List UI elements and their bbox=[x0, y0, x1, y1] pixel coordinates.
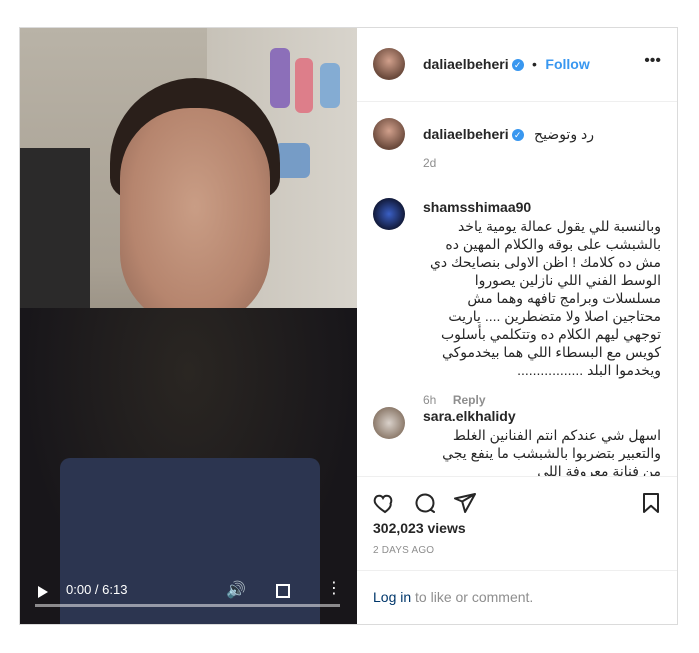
share-icon[interactable] bbox=[453, 491, 477, 520]
commenter-avatar[interactable] bbox=[373, 198, 405, 230]
author-avatar[interactable] bbox=[373, 48, 405, 80]
post-actions: 302,023 views 2 DAYS AGO Log in to like … bbox=[357, 476, 677, 625]
login-link[interactable]: Log in bbox=[373, 589, 411, 605]
post-header: daliaelbeheri ✓ • Follow ••• bbox=[357, 28, 677, 102]
video-player[interactable]: 0:00 / 6:13 🔊 ⋮ bbox=[20, 28, 357, 624]
follow-button[interactable]: Follow bbox=[545, 56, 589, 72]
more-options-button[interactable]: ••• bbox=[644, 52, 661, 70]
more-options-icon[interactable]: ⋮ bbox=[326, 578, 342, 598]
comment-time: 6h bbox=[423, 393, 437, 407]
author-line: daliaelbeheri ✓ • Follow bbox=[423, 56, 590, 74]
view-count: 302,023 views bbox=[373, 520, 466, 536]
comments-list: daliaelbeheri ✓ رد وتوضيح 2d shamsshimaa9… bbox=[357, 102, 677, 476]
login-rest-text: to like or comment. bbox=[411, 589, 534, 605]
video-background-glass bbox=[295, 58, 313, 113]
video-progress-bar[interactable] bbox=[35, 604, 340, 607]
fullscreen-icon[interactable] bbox=[276, 584, 290, 598]
post-sidebar: daliaelbeheri ✓ • Follow ••• daliaelbeher… bbox=[357, 28, 677, 624]
video-background-glass bbox=[270, 48, 290, 108]
video-background-glass bbox=[275, 143, 310, 178]
comment-username[interactable]: sara.elkhalidy bbox=[423, 408, 661, 424]
comment-text: وبالنسبة للي يقول عمالة يومية ياخد بالشب… bbox=[429, 218, 661, 378]
verified-icon: ✓ bbox=[511, 128, 524, 141]
volume-icon[interactable]: 🔊 bbox=[226, 580, 246, 600]
video-background-glass bbox=[320, 63, 340, 108]
author-username[interactable]: daliaelbeheri bbox=[423, 56, 509, 72]
reply-button[interactable]: Reply bbox=[453, 393, 486, 407]
comment-icon[interactable] bbox=[413, 491, 437, 520]
save-icon[interactable] bbox=[639, 491, 663, 520]
like-icon[interactable] bbox=[373, 491, 397, 520]
video-time: 0:00 / 6:13 bbox=[66, 582, 128, 597]
login-prompt: Log in to like or comment. bbox=[357, 570, 677, 626]
verified-icon: ✓ bbox=[511, 58, 524, 71]
comment-username[interactable]: shamsshimaa90 bbox=[423, 199, 661, 215]
play-icon[interactable] bbox=[38, 586, 48, 598]
header-separator: • bbox=[532, 56, 537, 72]
instagram-post: 0:00 / 6:13 🔊 ⋮ daliaelbeheri ✓ • Follow … bbox=[19, 27, 678, 625]
caption-time: 2d bbox=[423, 156, 437, 170]
caption-username[interactable]: daliaelbeheri bbox=[423, 126, 509, 142]
commenter-avatar[interactable] bbox=[373, 407, 405, 439]
caption-avatar[interactable] bbox=[373, 118, 405, 150]
post-date: 2 DAYS AGO bbox=[373, 545, 435, 556]
caption-text: رد وتوضيح bbox=[534, 126, 594, 142]
comment-text: اسهل شي عندكم انتم الفنانين الغلط والتعب… bbox=[442, 427, 661, 476]
person-face bbox=[120, 108, 270, 328]
video-controls: 0:00 / 6:13 🔊 ⋮ bbox=[20, 564, 357, 624]
